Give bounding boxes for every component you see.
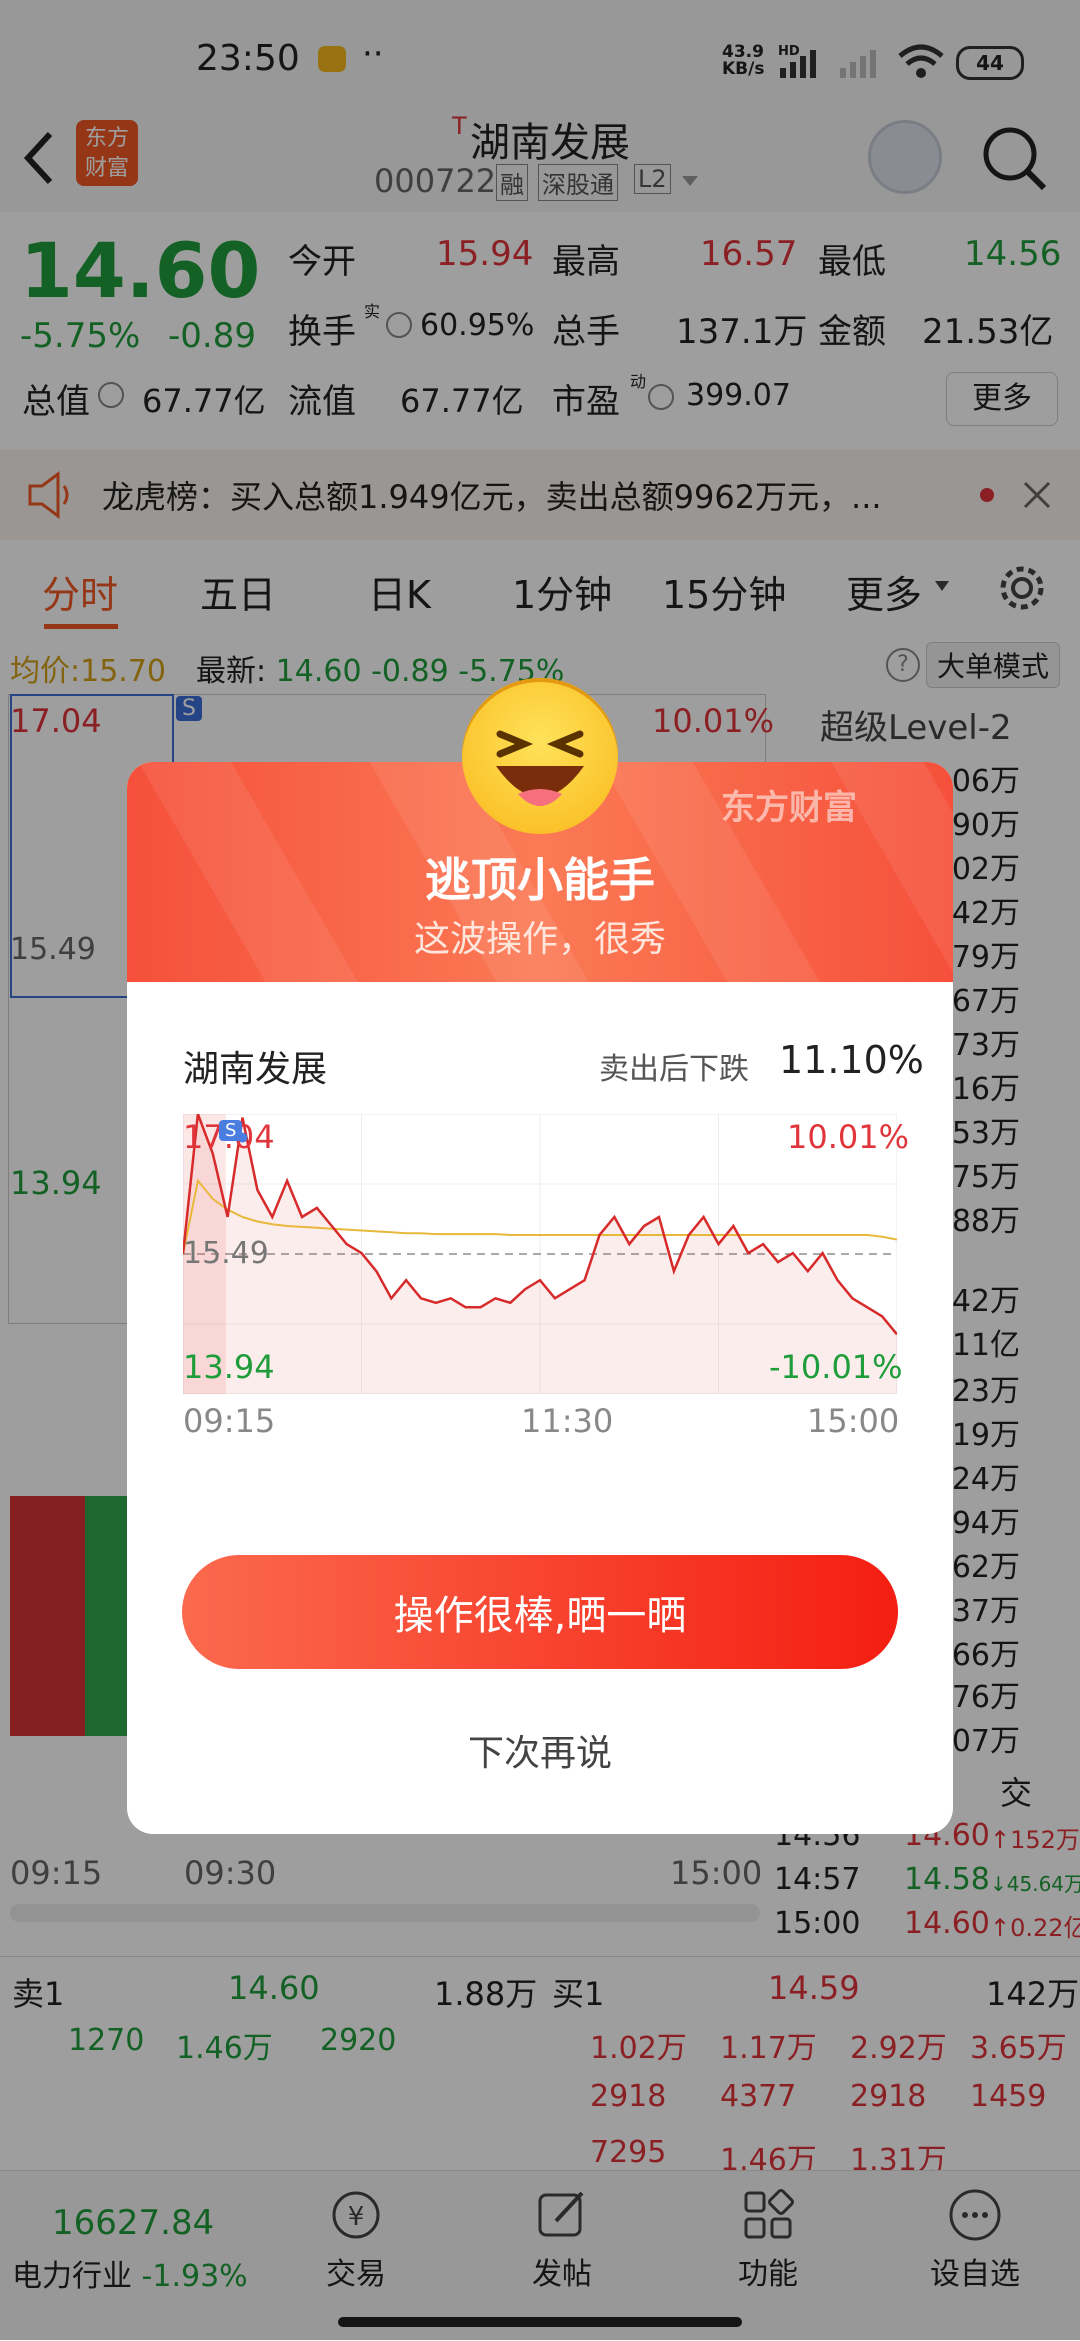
modal-title: 逃顶小能手 xyxy=(425,853,655,907)
chart-mid-label: 15.49 xyxy=(183,1236,269,1271)
drop-value: 11.10% xyxy=(779,1038,924,1082)
sell-marker: S xyxy=(219,1120,243,1141)
chart-bottom-label: 13.94 xyxy=(183,1348,275,1386)
brand-watermark: 东方财富 xyxy=(721,788,857,828)
chart-pct-top: 10.01% xyxy=(787,1118,910,1156)
share-button[interactable]: 操作很棒,晒一晒 xyxy=(182,1555,898,1669)
modal-stock-name: 湖南发展 xyxy=(183,1049,328,1090)
drop-label: 卖出后下跌 xyxy=(599,1052,749,1087)
chart-pct-bottom: -10.01% xyxy=(769,1348,903,1386)
laughing-emoji-icon xyxy=(462,678,618,834)
chart-time-mid: 11:30 xyxy=(521,1402,614,1440)
chart-time-start: 09:15 xyxy=(183,1402,276,1440)
chart-time-end: 15:00 xyxy=(807,1402,900,1440)
modal-subtitle: 这波操作，很秀 xyxy=(413,919,666,960)
later-button[interactable]: 下次再说 xyxy=(127,1724,953,1776)
achievement-modal: 东方财富 逃顶小能手 这波操作，很秀 湖南发展 卖出后下跌 11.10% 17.… xyxy=(127,762,953,1834)
